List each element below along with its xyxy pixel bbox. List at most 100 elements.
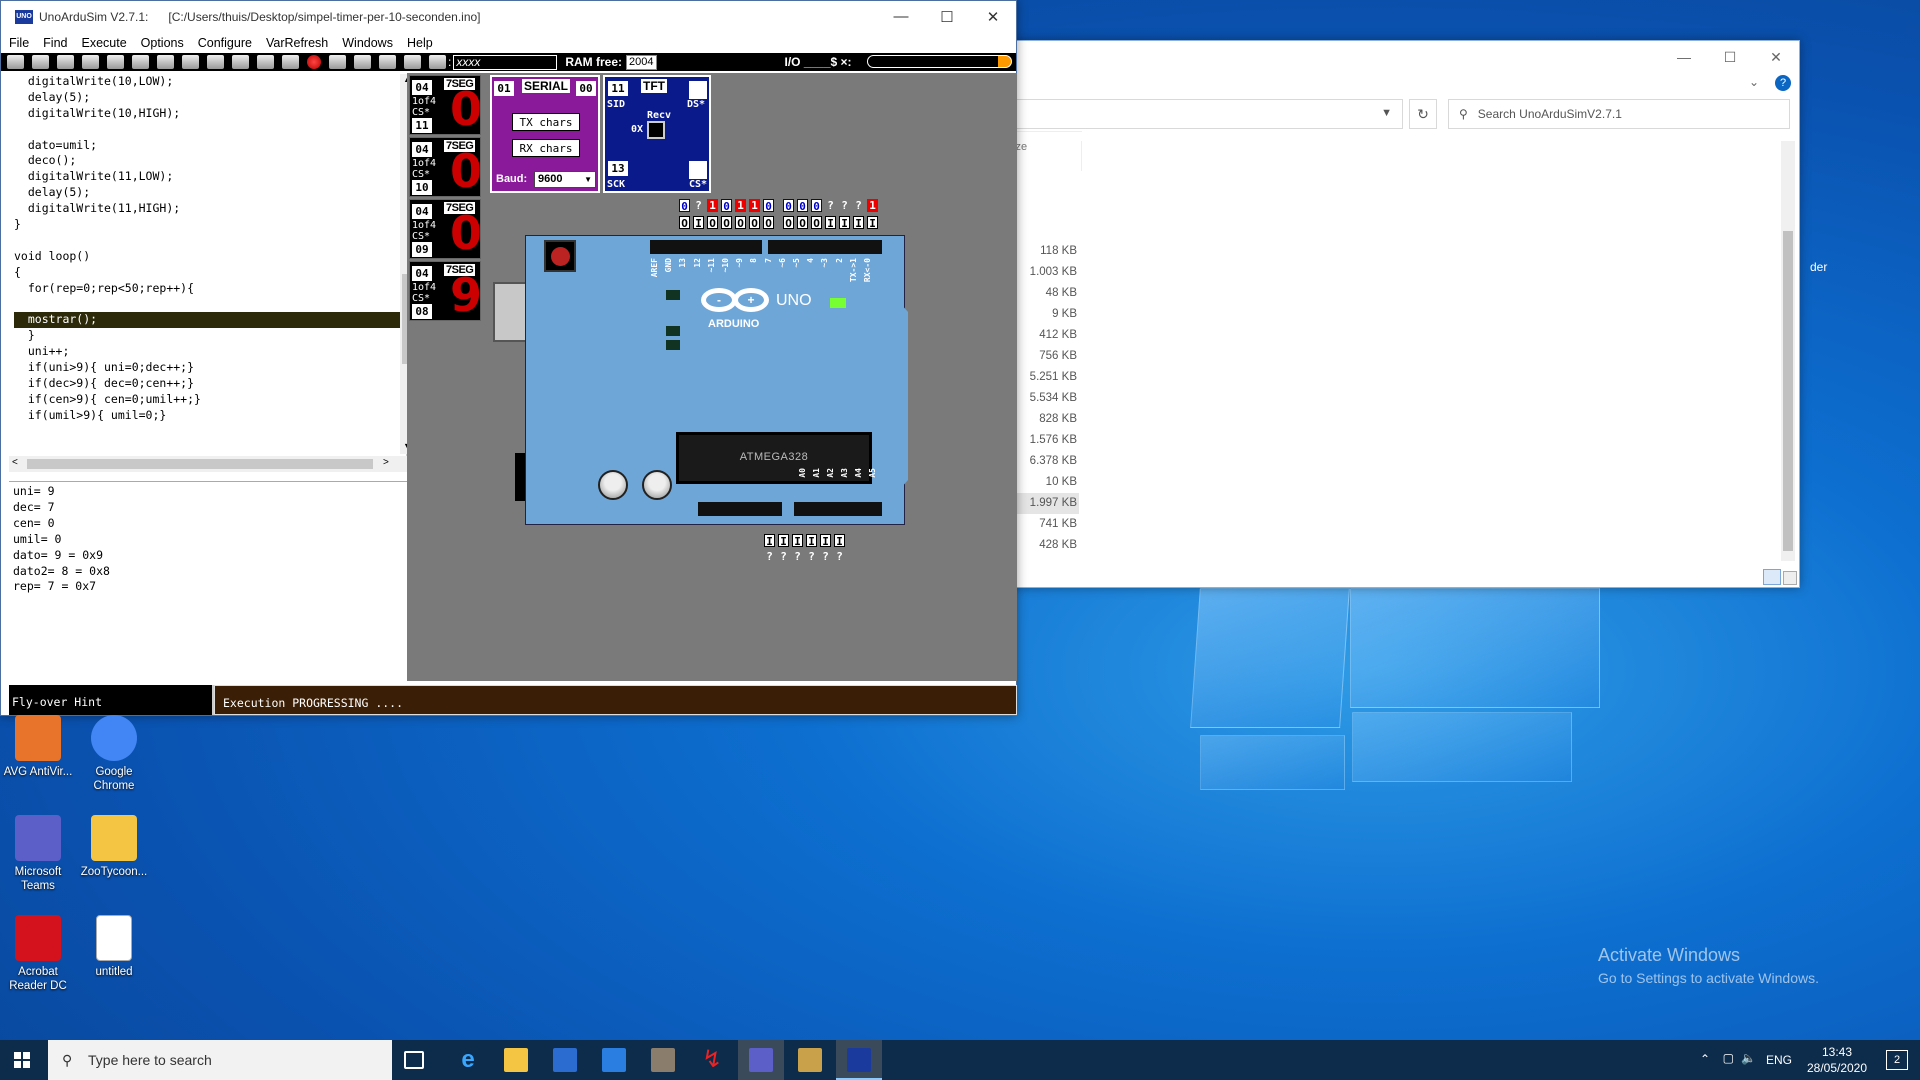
seg-pin-number[interactable]: 04 — [412, 142, 432, 157]
run-icon[interactable] — [257, 55, 274, 69]
file-size-cell[interactable]: 1.997 KB — [1011, 493, 1079, 514]
code-line[interactable]: } — [14, 328, 406, 344]
pin-state[interactable]: O — [811, 216, 822, 230]
code-line[interactable]: digitalWrite(11,LOW); — [14, 169, 406, 185]
pin-state[interactable]: ? — [853, 199, 864, 212]
file-explorer-icon[interactable] — [504, 1048, 528, 1072]
file-size-cell[interactable]: 118 KB — [1011, 241, 1079, 262]
find-input[interactable]: xxxx — [453, 54, 558, 70]
code-line[interactable] — [14, 122, 406, 138]
file-size-cell[interactable]: 1.003 KB — [1011, 262, 1079, 283]
code-line[interactable] — [14, 296, 406, 312]
file-size-cell[interactable]: 9 KB — [1011, 304, 1079, 325]
details-view-icon[interactable] — [1763, 569, 1781, 585]
seven-seg-module[interactable]: 04 7SEG 1of4 CS* 11 0 — [409, 75, 482, 135]
cs-pin-box[interactable] — [689, 161, 707, 179]
pin-state[interactable]: 0 — [783, 199, 794, 213]
unoardusim-taskbar-slot[interactable] — [836, 1040, 882, 1080]
chevron-up-icon[interactable]: ⌃ — [1700, 1052, 1710, 1066]
pin-state[interactable]: ? — [825, 199, 836, 212]
title-bar[interactable]: UNO UnoArduSim V2.7.1: [C:/Users/thuis/D… — [1, 1, 1016, 33]
code-text[interactable]: digitalWrite(10,LOW); delay(5); digitalW… — [9, 74, 406, 424]
unoardusim-icon[interactable] — [847, 1048, 871, 1072]
store-icon[interactable] — [553, 1048, 577, 1072]
desktop-icon[interactable]: ZooTycoon... — [77, 815, 151, 879]
seven-seg-module[interactable]: 04 7SEG 1of4 CS* 10 0 — [409, 137, 482, 197]
code-horizontal-scrollbar[interactable]: < > — [9, 456, 407, 472]
seg-cs-pin[interactable]: 11 — [412, 118, 432, 133]
save-icon[interactable] — [32, 55, 49, 69]
teams-taskbar-slot[interactable] — [738, 1040, 784, 1080]
code-line[interactable]: digitalWrite(10,LOW); — [14, 74, 406, 90]
desktop-icon[interactable]: AVG AntiVir... — [1, 715, 75, 779]
io-scale-slider[interactable] — [867, 55, 1012, 68]
seven-seg-module[interactable]: 04 7SEG 1of4 CS* 09 0 — [409, 199, 482, 259]
file-size-cell[interactable]: 741 KB — [1011, 514, 1079, 535]
code-line[interactable]: mostrar(); — [14, 312, 406, 329]
file-size-cell[interactable]: 6.378 KB — [1011, 451, 1079, 472]
explorer-scrollbar[interactable] — [1781, 141, 1795, 561]
pin-state[interactable]: O — [763, 216, 774, 230]
pin-state[interactable]: O — [749, 216, 760, 230]
help-icon[interactable] — [354, 55, 371, 69]
tft-sid-pin[interactable]: 11 — [608, 81, 628, 96]
volume-icon[interactable]: 🔈 — [1741, 1051, 1756, 1065]
scrollbar-thumb[interactable] — [27, 459, 373, 469]
seg-cs-pin[interactable]: 10 — [412, 180, 432, 195]
halt-icon[interactable] — [307, 55, 321, 69]
pin-state[interactable]: O — [707, 216, 718, 230]
baud-select[interactable]: 9600 ▼ — [534, 171, 596, 188]
func-up-icon[interactable] — [107, 55, 124, 69]
file-size-cell[interactable]: 5.534 KB — [1011, 388, 1079, 409]
seg-cs-pin[interactable]: 08 — [412, 304, 432, 319]
pin-state[interactable]: I — [792, 534, 803, 548]
pin-state[interactable]: 1 — [867, 199, 878, 212]
menu-windows[interactable]: Windows — [342, 36, 393, 50]
file-size-cell[interactable]: 756 KB — [1011, 346, 1079, 367]
code-editor[interactable]: digitalWrite(10,LOW); delay(5); digitalW… — [9, 74, 414, 472]
forward-icon[interactable] — [82, 55, 99, 69]
menu-configure[interactable]: Configure — [198, 36, 252, 50]
pin-state[interactable]: I — [834, 534, 845, 548]
scroll-right-icon[interactable]: > — [383, 457, 389, 468]
pin-state[interactable]: ? — [839, 199, 850, 212]
seg-pin-number[interactable]: 04 — [412, 80, 432, 95]
pin-state[interactable]: ? — [792, 550, 803, 563]
arduino-uno-board[interactable]: AREF GND 13 12 ~11 ~10 ~9 8 7 ~6 ~5 4 ~3 2 TX->1 RX<-0 … — [525, 235, 908, 525]
scrollbar-thumb[interactable] — [1783, 231, 1793, 551]
maximize-icon[interactable]: ☐ — [1707, 41, 1753, 73]
windows-start-icon[interactable] — [14, 1052, 30, 1068]
scroll-left-icon[interactable]: < — [12, 457, 18, 468]
close-icon[interactable]: ✕ — [970, 8, 1016, 26]
mail-icon[interactable] — [602, 1048, 626, 1072]
notification-icon[interactable]: 2 — [1886, 1050, 1908, 1070]
menu-file[interactable]: File — [9, 36, 29, 50]
maximize-icon[interactable]: ☐ — [924, 8, 970, 26]
flash-icon[interactable]: ↯ — [700, 1048, 724, 1072]
pin-state[interactable]: I — [825, 216, 836, 230]
find-text-icon[interactable] — [379, 55, 396, 69]
step-into-icon[interactable] — [157, 55, 174, 69]
code-line[interactable]: if(uni>9){ uni=0;dec++;} — [14, 360, 406, 376]
desktop-icon[interactable]: Microsoft Teams — [1, 815, 75, 893]
desktop-icon[interactable]: Acrobat Reader DC — [1, 915, 75, 993]
clock[interactable]: 13:43 28/05/2020 — [1802, 1044, 1872, 1076]
pin-state[interactable]: I — [764, 534, 775, 548]
pin-state[interactable]: ? — [693, 199, 704, 212]
variables-pane[interactable]: uni= 9 dec= 7 cen= 0 umil= 0 dato= 9 = 0x9 da… — [9, 481, 407, 681]
pin-state[interactable]: I — [839, 216, 850, 230]
pin-state[interactable]: ? — [820, 550, 831, 563]
desktop-icon[interactable]: untitled — [77, 915, 151, 979]
language-indicator[interactable]: ENG — [1766, 1053, 1792, 1067]
pin-state[interactable]: 0 — [679, 199, 690, 213]
run-to-icon[interactable] — [232, 55, 249, 69]
reset-icon[interactable] — [329, 55, 346, 69]
seven-seg-module[interactable]: 04 7SEG 1of4 CS* 08 9 — [409, 261, 482, 321]
task-view-icon[interactable] — [404, 1051, 424, 1069]
code-line[interactable]: } — [14, 217, 406, 233]
serial-rx-pin[interactable]: 00 — [576, 81, 596, 96]
step-over-icon[interactable] — [182, 55, 199, 69]
code-line[interactable] — [14, 233, 406, 249]
unoardusim-window[interactable]: UNO UnoArduSim V2.7.1: [C:/Users/thuis/D… — [0, 0, 1017, 716]
menu-find[interactable]: Find — [43, 36, 67, 50]
